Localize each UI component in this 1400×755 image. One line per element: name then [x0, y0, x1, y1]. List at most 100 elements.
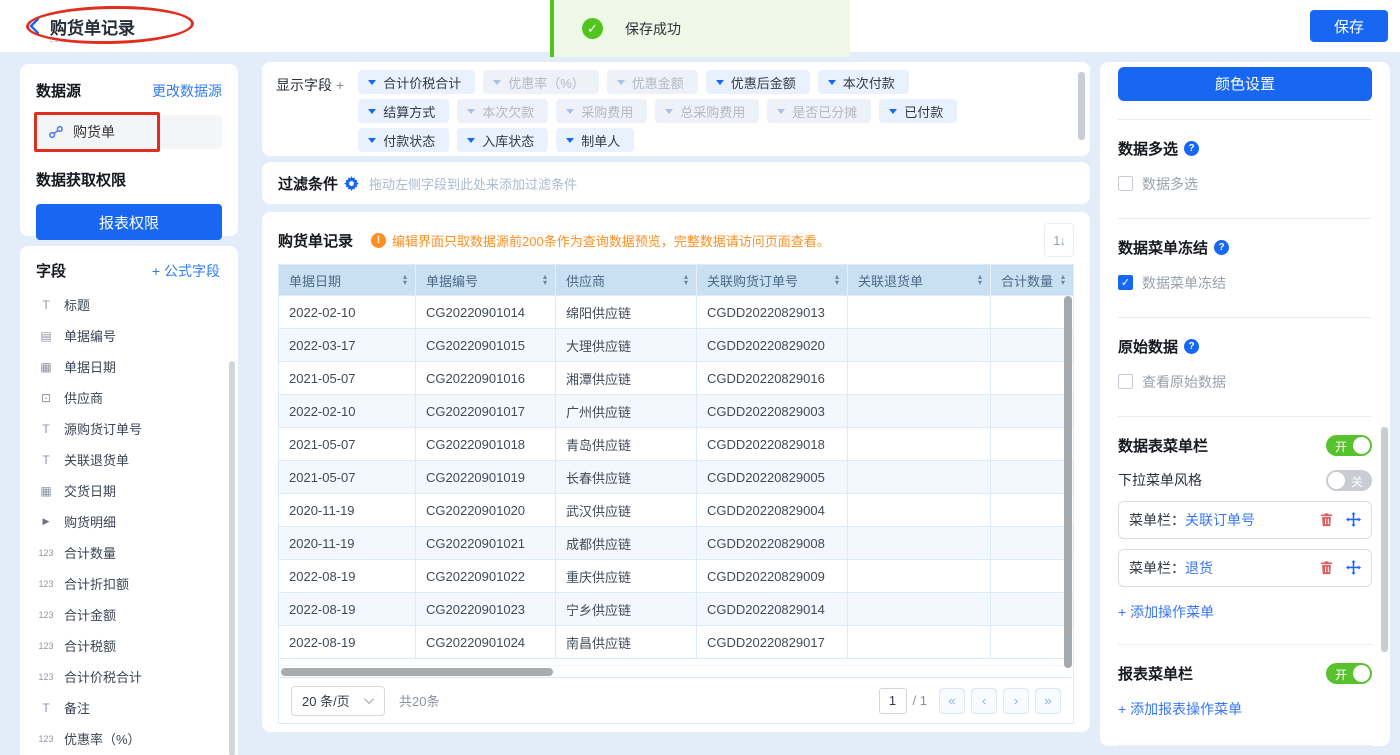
raw-data-checkbox[interactable] [1118, 374, 1133, 389]
sort-arrows-icon[interactable]: ▴▾ [835, 274, 839, 286]
add-action-menu-link[interactable]: + 添加操作菜单 [1118, 602, 1372, 622]
display-fields-scrollbar[interactable] [1078, 72, 1085, 140]
table-row[interactable]: 2022-08-19CG20220901023宁乡供应链CGDD20220829… [279, 592, 1073, 625]
table-row[interactable]: 2021-05-07CG20220901019长春供应链CGDD20220829… [279, 460, 1073, 493]
display-field-chip[interactable]: 优惠率（%） [483, 70, 599, 94]
color-settings-button[interactable]: 颜色设置 [1118, 67, 1372, 101]
datasource-item[interactable]: 购货单 [36, 115, 222, 149]
table-row[interactable]: 2020-11-19CG20220901021成都供应链CGDD20220829… [279, 526, 1073, 559]
dropdown-style-toggle[interactable]: 关 [1326, 470, 1372, 491]
table-row[interactable]: 2021-05-07CG20220901016湘潭供应链CGDD20220829… [279, 361, 1073, 394]
gear-icon[interactable] [344, 176, 359, 191]
field-item[interactable]: T源购货订单号 [36, 413, 226, 444]
table-row[interactable]: 2020-11-19CG20220901020武汉供应链CGDD20220829… [279, 493, 1073, 526]
field-item[interactable]: 123合计数量 [36, 537, 226, 568]
page-number-input[interactable]: 1 [879, 688, 907, 714]
add-formula-field-link[interactable]: + 公式字段 [152, 261, 220, 281]
sort-arrows-icon[interactable]: ▴▾ [1061, 274, 1065, 286]
back-icon[interactable] [26, 16, 46, 36]
help-icon[interactable]: ? [1184, 339, 1199, 354]
column-header[interactable]: 合计数量▴▾ [991, 265, 1073, 295]
display-field-chip[interactable]: 合计价税合计 [358, 70, 475, 94]
next-page-button[interactable] [1003, 688, 1029, 714]
field-item[interactable]: 123合计价税合计 [36, 661, 226, 692]
column-header[interactable]: 单据编号▴▾ [416, 265, 556, 295]
save-button[interactable]: 保存 [1310, 10, 1388, 42]
field-item[interactable]: 123合计税额 [36, 630, 226, 661]
display-field-chip[interactable]: 付款状态 [358, 128, 449, 152]
table-menubar-toggle[interactable]: 开 [1326, 435, 1372, 456]
last-page-button[interactable] [1035, 688, 1061, 714]
move-icon[interactable] [1346, 512, 1361, 527]
report-menubar-toggle[interactable]: 开 [1326, 663, 1372, 684]
display-field-chip[interactable]: 入库状态 [457, 128, 548, 152]
multi-select-checkbox[interactable] [1118, 176, 1133, 191]
help-icon[interactable]: ? [1214, 240, 1229, 255]
table-row[interactable]: 2022-08-19CG20220901022重庆供应链CGDD20220829… [279, 559, 1073, 592]
menu-item-value[interactable]: 关联订单号 [1185, 510, 1255, 530]
horizontal-scrollbar[interactable] [281, 668, 553, 676]
filter-dropzone-placeholder[interactable]: 拖动左侧字段到此处来添加过滤条件 [369, 174, 577, 193]
table-cell: CGDD20220829017 [697, 626, 848, 658]
display-field-chip[interactable]: 优惠金额 [607, 70, 698, 94]
menu-item-value[interactable]: 退货 [1185, 558, 1213, 578]
table-row[interactable]: 2022-02-10CG20220901017广州供应链CGDD20220829… [279, 394, 1073, 427]
field-item[interactable]: 123合计金额 [36, 599, 226, 630]
display-field-chip[interactable]: 优惠后金额 [706, 70, 810, 94]
table-row[interactable]: 2022-03-17CG20220901015大理供应链CGDD20220829… [279, 328, 1073, 361]
field-item[interactable]: 123合计折扣额 [36, 568, 226, 599]
table-cell: 2020-11-19 [279, 527, 416, 559]
page-size-select[interactable]: 20 条/页 [291, 686, 385, 716]
prev-page-button[interactable] [971, 688, 997, 714]
grid-vertical-scrollbar[interactable] [1064, 296, 1072, 668]
sort-icon[interactable] [1044, 223, 1074, 257]
display-field-chip[interactable]: 总采购费用 [655, 99, 759, 123]
table-row[interactable]: 2022-08-19CG20220901024南昌供应链CGDD20220829… [279, 625, 1073, 658]
field-item[interactable]: T备注 [36, 692, 226, 723]
report-permission-button[interactable]: 报表权限 [36, 204, 222, 240]
table-row[interactable]: 2022-02-10CG20220901014绵阳供应链CGDD20220829… [279, 295, 1073, 328]
multi-select-checkbox-row[interactable]: 数据多选 [1118, 174, 1372, 194]
fields-scrollbar[interactable] [229, 361, 235, 755]
help-icon[interactable]: ? [1184, 141, 1199, 156]
sort-arrows-icon[interactable]: ▴▾ [403, 274, 407, 286]
first-page-button[interactable] [939, 688, 965, 714]
menu-freeze-checkbox[interactable]: ✓ [1118, 275, 1133, 290]
sort-arrows-icon[interactable]: ▴▾ [978, 274, 982, 286]
field-item[interactable]: T关联退货单 [36, 444, 226, 475]
move-icon[interactable] [1346, 560, 1361, 575]
table-cell: 南昌供应链 [556, 626, 697, 658]
sort-arrows-icon[interactable]: ▴▾ [684, 274, 688, 286]
field-item[interactable]: ⊡供应商 [36, 382, 226, 413]
add-display-field-icon[interactable]: + [336, 77, 344, 93]
field-item[interactable]: ▶购货明细 [36, 506, 226, 537]
column-header[interactable]: 单据日期▴▾ [279, 265, 416, 295]
raw-data-checkbox-row[interactable]: 查看原始数据 [1118, 372, 1372, 392]
field-item[interactable]: ▦单据日期 [36, 351, 226, 382]
field-item[interactable]: ▦交货日期 [36, 475, 226, 506]
trash-icon[interactable] [1319, 560, 1334, 575]
column-header[interactable]: 供应商▴▾ [556, 265, 697, 295]
menu-freeze-checkbox-row[interactable]: ✓ 数据菜单冻结 [1118, 273, 1372, 293]
change-datasource-link[interactable]: 更改数据源 [152, 81, 222, 101]
sort-arrows-icon[interactable]: ▴▾ [543, 274, 547, 286]
field-label: 标题 [64, 295, 90, 314]
display-field-chip[interactable]: 本次付款 [818, 70, 909, 94]
display-field-chip[interactable]: 制单人 [556, 128, 634, 152]
column-header[interactable]: 关联退货单▴▾ [848, 265, 991, 295]
field-item[interactable]: 123优惠率（%） [36, 723, 226, 754]
table-row[interactable]: 2021-05-07CG20220901018青岛供应链CGDD20220829… [279, 427, 1073, 460]
field-item[interactable]: T标题 [36, 289, 226, 320]
trash-icon[interactable] [1319, 512, 1334, 527]
field-item[interactable]: ▤单据编号 [36, 320, 226, 351]
add-report-action-menu-link[interactable]: + 添加报表操作菜单 [1118, 699, 1372, 719]
display-field-chip[interactable]: 已付款 [879, 99, 957, 123]
settings-scrollbar[interactable] [1381, 427, 1388, 652]
display-field-chip[interactable]: 本次欠款 [457, 99, 548, 123]
table-cell [848, 428, 991, 460]
column-header[interactable]: 关联购货订单号▴▾ [697, 265, 848, 295]
display-field-chip[interactable]: 是否已分摊 [767, 99, 871, 123]
display-field-chip[interactable]: 结算方式 [358, 99, 449, 123]
display-field-chip[interactable]: 采购费用 [556, 99, 647, 123]
report-menubar-title: 报表菜单栏 [1118, 663, 1193, 684]
